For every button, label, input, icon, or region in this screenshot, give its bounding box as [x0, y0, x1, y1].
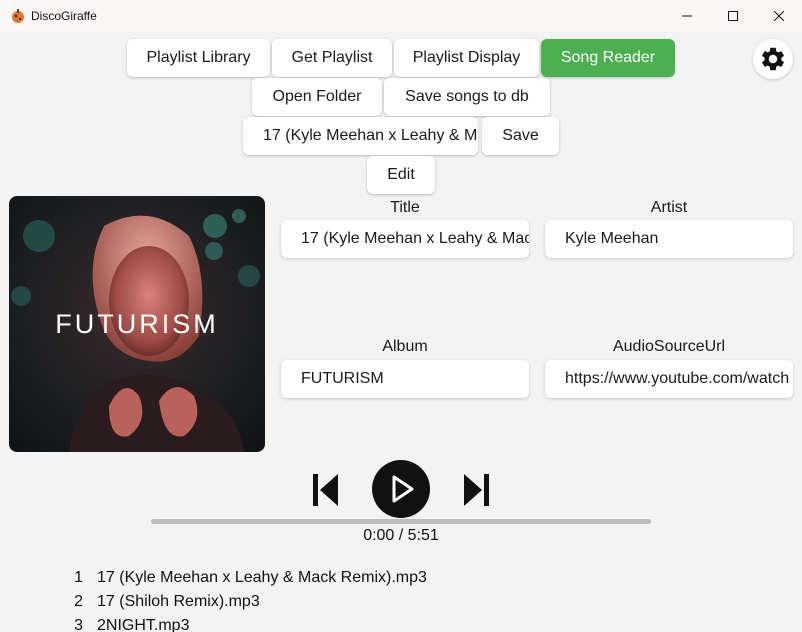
close-icon: [774, 11, 784, 21]
progress-bar[interactable]: [151, 519, 651, 524]
source-label: AudioSourceUrl: [612, 338, 726, 355]
song-reader-button[interactable]: Song Reader: [541, 39, 675, 77]
app-icon: [12, 9, 24, 23]
minimize-button[interactable]: [664, 0, 710, 32]
artist-field[interactable]: Kyle Meehan: [545, 220, 793, 258]
audio-source-url-field[interactable]: https://www.youtube.com/watch: [545, 360, 793, 398]
track-name: 17 (Shiloh Remix).mp3: [97, 593, 260, 610]
play-icon: [392, 475, 414, 503]
artist-label: Artist: [650, 199, 688, 216]
title-field[interactable]: 17 (Kyle Meehan x Leahy & Mack Remix): [281, 220, 529, 258]
list-item[interactable]: 2 17 (Shiloh Remix).mp3: [60, 590, 427, 614]
skip-previous-icon[interactable]: [310, 472, 340, 508]
track-name: 2NIGHT.mp3: [97, 617, 190, 632]
skip-next-icon[interactable]: [462, 472, 492, 508]
title-bar: DiscoGiraffe: [0, 0, 802, 32]
maximize-icon: [728, 11, 738, 21]
get-playlist-button[interactable]: Get Playlist: [272, 39, 392, 77]
list-item[interactable]: 1 17 (Kyle Meehan x Leahy & Mack Remix).…: [60, 566, 427, 590]
album-cover: FUTURISM: [9, 196, 265, 452]
track-number: 1: [74, 569, 83, 586]
track-number: 3: [74, 617, 83, 632]
save-songs-to-db-button[interactable]: Save songs to db: [384, 78, 550, 116]
playlist-library-button[interactable]: Playlist Library: [127, 39, 270, 77]
window-title: DiscoGiraffe: [31, 9, 97, 23]
track-name: 17 (Kyle Meehan x Leahy & Mack Remix).mp…: [97, 569, 427, 586]
save-button[interactable]: Save: [482, 117, 559, 155]
edit-button[interactable]: Edit: [367, 156, 435, 194]
title-label: Title: [390, 199, 420, 216]
minimize-icon: [682, 15, 692, 17]
cover-text: FUTURISM: [55, 309, 218, 339]
album-field[interactable]: FUTURISM: [281, 360, 529, 398]
play-button[interactable]: [372, 460, 430, 518]
maximize-button[interactable]: [710, 0, 756, 32]
time-display: 0:00 / 5:51: [363, 527, 439, 544]
track-number: 2: [74, 593, 83, 610]
album-label: Album: [382, 338, 428, 355]
song-select-dropdown[interactable]: 17 (Kyle Meehan x Leahy & Mack Remix).mp…: [243, 117, 478, 155]
playlist-display-button[interactable]: Playlist Display: [394, 39, 539, 77]
gear-icon: [762, 47, 784, 71]
settings-button[interactable]: [753, 39, 793, 79]
list-item[interactable]: 3 2NIGHT.mp3: [60, 614, 427, 632]
open-folder-button[interactable]: Open Folder: [252, 78, 382, 116]
close-button[interactable]: [756, 0, 802, 32]
track-list: 1 17 (Kyle Meehan x Leahy & Mack Remix).…: [60, 566, 427, 632]
